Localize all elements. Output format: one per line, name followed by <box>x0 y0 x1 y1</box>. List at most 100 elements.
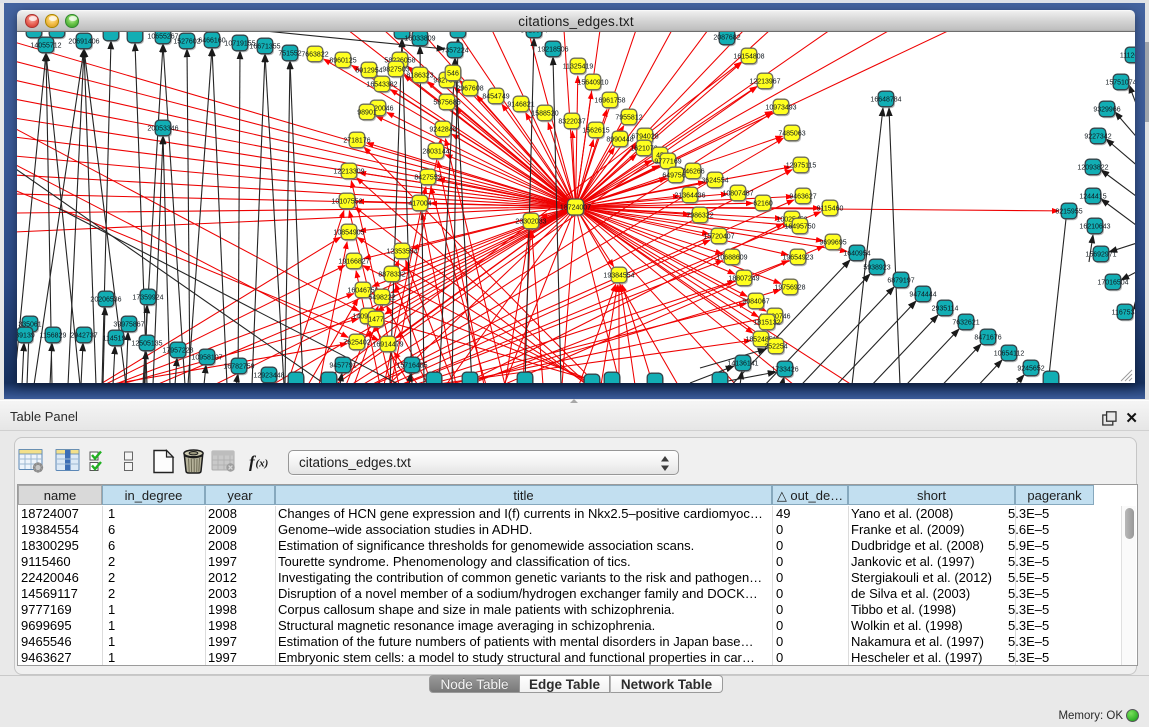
svg-text:15720407: 15720407 <box>703 234 734 241</box>
svg-text:19166827: 19166827 <box>338 259 369 266</box>
svg-text:1477: 1477 <box>368 317 384 324</box>
svg-text:15692971: 15692971 <box>1085 252 1116 259</box>
svg-text:3624554: 3624554 <box>701 178 728 185</box>
svg-text:5938923: 5938923 <box>863 265 890 272</box>
svg-text:10107552: 10107552 <box>331 199 362 206</box>
svg-text:1527602: 1527602 <box>173 39 200 46</box>
svg-text:17957223: 17957223 <box>162 348 193 355</box>
svg-text:9227342: 9227342 <box>1084 134 1111 141</box>
svg-text:8215955: 8215955 <box>1055 209 1082 216</box>
svg-text:9699695: 9699695 <box>819 240 846 247</box>
svg-text:10958107: 10958107 <box>191 355 222 362</box>
svg-text:8471676: 8471676 <box>974 335 1001 342</box>
svg-text:8427552: 8427552 <box>414 175 441 182</box>
svg-text:751552: 751552 <box>278 51 301 58</box>
svg-text:9329966: 9329966 <box>1093 107 1120 114</box>
svg-text:12353594: 12353594 <box>386 249 417 256</box>
svg-text:2942737: 2942737 <box>70 333 97 340</box>
svg-text:8322037: 8322037 <box>558 119 585 126</box>
svg-text:16154808: 16154808 <box>733 54 764 61</box>
svg-text:417004: 417004 <box>408 201 431 208</box>
svg-text:252254: 252254 <box>764 344 787 351</box>
svg-text:1156829: 1156829 <box>40 333 67 340</box>
svg-text:20206536: 20206536 <box>90 297 121 304</box>
svg-text:12213967: 12213967 <box>749 79 780 86</box>
svg-text:2967608: 2967608 <box>456 86 483 93</box>
svg-text:2935114: 2935114 <box>932 306 959 313</box>
svg-text:9242848: 9242848 <box>429 127 456 134</box>
svg-text:16914479: 16914479 <box>372 342 403 349</box>
svg-text:7663822: 7663822 <box>301 52 328 59</box>
svg-text:8990448: 8990448 <box>606 137 633 144</box>
svg-text:12093822: 12093822 <box>1077 165 1108 172</box>
svg-text:12505135: 12505135 <box>131 341 162 348</box>
svg-text:7955812: 7955812 <box>615 115 642 122</box>
svg-text:14055712: 14055712 <box>30 43 61 50</box>
svg-text:16210643: 16210643 <box>1079 224 1110 231</box>
svg-text:8960125: 8960125 <box>329 58 356 65</box>
svg-text:17359924: 17359924 <box>132 295 163 302</box>
svg-text:18724007: 18724007 <box>560 205 591 212</box>
svg-text:20691406: 20691406 <box>68 39 99 46</box>
svg-text:10973493: 10973493 <box>765 105 796 112</box>
svg-text:6879197: 6879197 <box>887 278 914 285</box>
svg-text:20053346: 20053346 <box>147 126 178 133</box>
svg-text:19756928: 19756928 <box>774 285 805 292</box>
svg-text:6794028: 6794028 <box>631 134 658 141</box>
svg-text:10654112: 10654112 <box>994 351 1025 358</box>
svg-text:5875685: 5875685 <box>433 100 460 107</box>
svg-text:9777169: 9777169 <box>654 159 681 166</box>
svg-text:7357224: 7357224 <box>441 48 468 55</box>
svg-text:12213309: 12213309 <box>333 169 364 176</box>
svg-text:1733426: 1733426 <box>771 367 798 374</box>
svg-text:2718176: 2718176 <box>343 138 370 145</box>
svg-text:39975867: 39975867 <box>113 322 144 329</box>
svg-text:23302033: 23302033 <box>515 219 546 226</box>
svg-text:62160: 62160 <box>753 201 773 208</box>
svg-text:1815132: 1815132 <box>753 320 780 327</box>
svg-text:16961758: 16961758 <box>594 98 625 105</box>
svg-text:19218506: 19218506 <box>537 47 568 54</box>
svg-text:1244415: 1244415 <box>1079 194 1106 201</box>
svg-text:10854905: 10854905 <box>333 230 364 237</box>
svg-text:15751074: 15751074 <box>1105 80 1135 87</box>
svg-text:7485063: 7485063 <box>778 131 805 138</box>
svg-text:9474444: 9474444 <box>909 292 936 299</box>
svg-text:12975115: 12975115 <box>786 163 817 170</box>
svg-text:10807487: 10807487 <box>722 191 753 198</box>
svg-text:8878332: 8878332 <box>378 272 405 279</box>
svg-text:10688609: 10688609 <box>716 255 747 262</box>
svg-text:1145194: 1145194 <box>103 336 130 343</box>
svg-text:98901: 98901 <box>357 110 377 117</box>
svg-text:11325419: 11325419 <box>563 64 594 71</box>
svg-text:16782759: 16782759 <box>223 364 254 371</box>
svg-text:546: 546 <box>447 71 459 78</box>
svg-text:2803144: 2803144 <box>422 149 449 156</box>
svg-text:8813054: 8813054 <box>520 32 547 35</box>
svg-text:7625402: 7625402 <box>343 340 370 347</box>
svg-text:5498222: 5498222 <box>368 295 395 302</box>
svg-text:1167533: 1167533 <box>1112 310 1135 317</box>
svg-text:12923448: 12923448 <box>253 373 284 380</box>
svg-text:7632621: 7632621 <box>952 320 979 327</box>
svg-text:8454749: 8454749 <box>482 94 509 101</box>
svg-text:16033809: 16033809 <box>404 36 435 43</box>
svg-text:39139: 39139 <box>17 333 35 340</box>
svg-text:17016504: 17016504 <box>1097 280 1128 287</box>
svg-text:(x): (x) <box>256 458 269 470</box>
svg-text:9245652: 9245652 <box>1017 366 1044 373</box>
svg-text:9084067: 9084067 <box>742 299 769 306</box>
svg-text:16671355: 16671355 <box>249 44 280 51</box>
svg-text:16648784: 16648784 <box>870 97 901 104</box>
svg-text:9463627: 9463627 <box>789 194 816 201</box>
svg-text:8912954: 8912954 <box>355 68 382 75</box>
svg-text:1562615: 1562615 <box>582 128 609 135</box>
svg-text:7986322: 7986322 <box>686 213 713 220</box>
svg-text:19654923: 19654923 <box>782 255 813 262</box>
svg-text:9115460: 9115460 <box>817 206 844 213</box>
svg-text:15716485: 15716485 <box>396 363 427 370</box>
svg-text:16543382: 16543382 <box>366 82 397 89</box>
svg-text:1640954: 1640954 <box>843 251 870 258</box>
svg-text:14136141: 14136141 <box>727 361 758 368</box>
svg-text:8186323: 8186323 <box>406 73 433 80</box>
